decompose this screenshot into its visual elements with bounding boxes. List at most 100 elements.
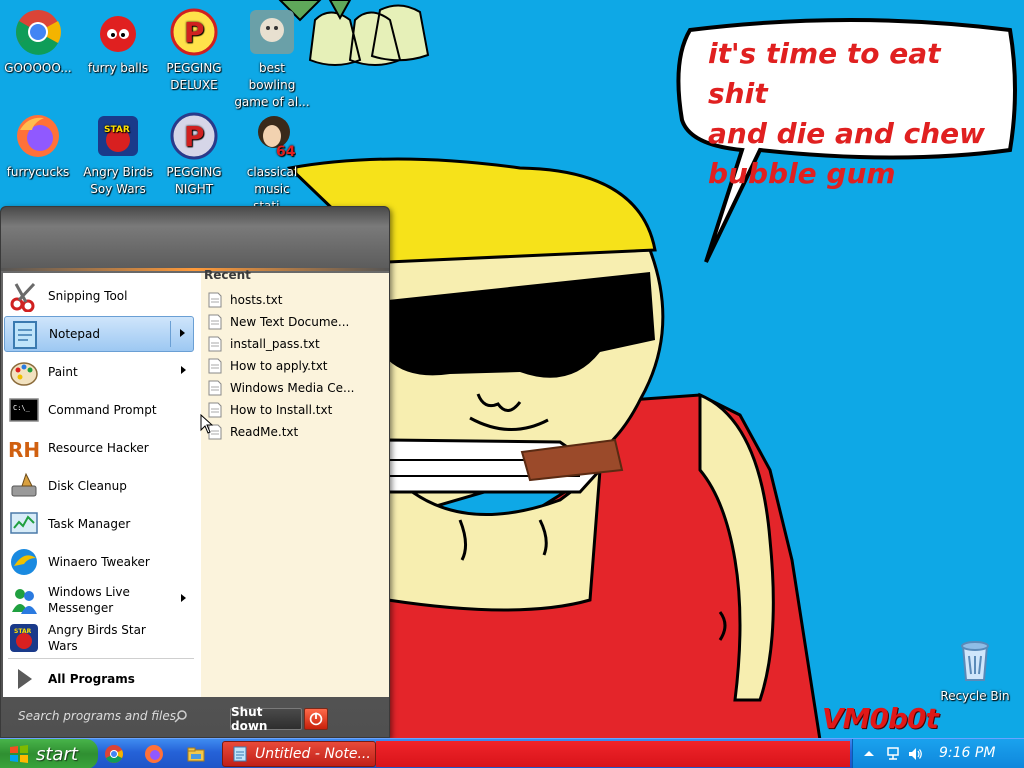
recent-item-label: How to apply.txt: [230, 359, 328, 373]
taskbar: start Untitled - Note... 9:16 PM: [0, 738, 1024, 768]
submenu-arrow-icon[interactable]: [180, 329, 185, 337]
svg-text:64: 64: [276, 144, 296, 160]
disk-cleanup-icon: [11, 472, 37, 497]
taskbar-button-label: Untitled - Note...: [255, 746, 371, 762]
chrome-icon: [16, 10, 61, 55]
program-label: Windows Live Messenger: [48, 585, 130, 615]
program-resource-hacker[interactable]: RH Resource Hacker: [4, 430, 194, 466]
start-label: start: [36, 743, 78, 765]
angry-birds-star-wars-icon: STAR: [10, 624, 38, 652]
shutdown-options-button[interactable]: [304, 708, 328, 730]
recycle-bin-icon: [961, 641, 989, 681]
desktop-icon-pegging-night[interactable]: P PEGGING NIGHT: [156, 112, 232, 198]
firefox-icon[interactable]: [144, 744, 164, 764]
text-document-icon: [208, 292, 222, 308]
submenu-arrow-icon[interactable]: [181, 594, 186, 602]
desktop-icon-chrome[interactable]: GOOOOO...: [0, 8, 76, 77]
show-hidden-icons-icon[interactable]: [861, 746, 877, 762]
taskbar-button-notepad[interactable]: Untitled - Note...: [222, 741, 376, 767]
program-command-prompt[interactable]: C:\_ Command Prompt: [4, 392, 194, 428]
peggle-deluxe-icon: P: [170, 8, 218, 56]
file-explorer-icon[interactable]: [186, 744, 206, 764]
svg-text:P: P: [184, 120, 205, 153]
search-placeholder: Search programs and files: [18, 709, 176, 723]
shutdown-button[interactable]: Shut down: [230, 705, 302, 733]
program-windows-live-messenger[interactable]: Windows Live Messenger: [4, 582, 194, 618]
desktop-icon-firefox[interactable]: furrycucks: [0, 112, 76, 181]
svg-text:C:\_: C:\_: [13, 404, 31, 412]
artist-signature: VM0b0t: [822, 702, 939, 735]
program-angry-birds-star-wars[interactable]: STAR Angry Birds Star Wars: [4, 620, 194, 656]
text-document-icon: [208, 358, 222, 374]
program-label: Disk Cleanup: [48, 479, 127, 493]
program-label: Resource Hacker: [48, 441, 149, 455]
recent-item-label: Windows Media Ce...: [230, 381, 355, 395]
program-label: Winaero Tweaker: [48, 555, 150, 569]
desktop-icon-bowling[interactable]: best bowling game of al...: [234, 8, 310, 111]
program-label: Task Manager: [48, 517, 131, 531]
desktop-icon-classical-music[interactable]: 64 classical music stati...: [234, 112, 310, 215]
recent-item[interactable]: New Text Docume...: [208, 312, 384, 332]
recent-item[interactable]: ReadMe.txt: [208, 422, 384, 442]
desktop-icon-label: Recycle Bin: [940, 689, 1010, 703]
program-label: Paint: [48, 365, 78, 379]
start-button[interactable]: start: [0, 739, 98, 768]
desktop-icon-label: Angry Birds Soy Wars: [83, 165, 153, 196]
desktop-icon-label: PEGGING NIGHT: [166, 165, 222, 196]
notepad-icon: [233, 746, 247, 762]
system-tray: 9:16 PM: [852, 739, 1024, 768]
program-label: Command Prompt: [48, 403, 157, 417]
svg-text:STAR: STAR: [104, 125, 130, 135]
search-input[interactable]: Search programs and files: [8, 704, 194, 728]
command-prompt-icon: C:\_: [9, 398, 39, 422]
start-menu-header: [1, 207, 389, 271]
program-label: Angry Birds Star Wars: [48, 623, 146, 653]
submenu-arrow-icon[interactable]: [181, 366, 186, 374]
recent-item-label: New Text Docume...: [230, 315, 350, 329]
desktop-icon-label: furrycucks: [6, 165, 70, 179]
task-manager-icon: [10, 512, 38, 534]
recent-item-label: How to Install.txt: [230, 403, 333, 417]
desktop-icon-label: GOOOOO...: [4, 61, 72, 75]
desktop-icon-label: best bowling game of al...: [234, 61, 310, 109]
program-paint[interactable]: Paint: [4, 354, 194, 390]
angry-birds-star-wars-icon: STAR: [98, 116, 138, 156]
desktop-icon-label: PEGGING DELUXE: [166, 61, 222, 92]
recent-heading: Recent: [204, 268, 251, 282]
all-programs-button[interactable]: All Programs: [4, 661, 194, 697]
messenger-icon: [12, 589, 37, 614]
program-label: Notepad: [49, 327, 100, 341]
recent-item[interactable]: hosts.txt: [208, 290, 384, 310]
desktop-icon-furry-balls[interactable]: furry balls: [80, 8, 156, 77]
resource-hacker-icon: RH: [8, 438, 40, 462]
program-disk-cleanup[interactable]: Disk Cleanup: [4, 468, 194, 504]
recent-item[interactable]: How to apply.txt: [208, 356, 384, 376]
recent-item-label: install_pass.txt: [230, 337, 320, 351]
search-icon: [174, 710, 187, 723]
all-programs-label: All Programs: [48, 672, 135, 686]
program-notepad[interactable]: Notepad: [4, 316, 194, 352]
program-snipping-tool[interactable]: Snipping Tool: [4, 278, 194, 314]
network-icon[interactable]: [885, 746, 901, 762]
taskbar-empty-area: [376, 741, 850, 767]
text-document-icon: [208, 314, 222, 330]
mouse-cursor-icon: [200, 414, 214, 434]
svg-text:P: P: [184, 16, 205, 49]
svg-text:RH: RH: [8, 438, 40, 462]
desktop-icon-recycle-bin[interactable]: Recycle Bin: [937, 636, 1013, 705]
scissors-icon: [10, 282, 36, 312]
recent-item[interactable]: Windows Media Ce...: [208, 378, 384, 398]
desktop-icon-pegging-deluxe[interactable]: P PEGGING DELUXE: [156, 8, 232, 94]
clock[interactable]: 9:16 PM: [939, 745, 995, 761]
desktop-icon-label: furry balls: [87, 61, 149, 75]
chrome-icon[interactable]: [104, 744, 124, 764]
program-winaero-tweaker[interactable]: Winaero Tweaker: [4, 544, 194, 580]
recent-item[interactable]: How to Install.txt: [208, 400, 384, 420]
volume-icon[interactable]: [907, 746, 923, 762]
bowling-game-icon: [250, 10, 294, 54]
start-menu-footer: Search programs and files Shut down: [0, 696, 388, 738]
peggle-night-icon: P: [170, 112, 218, 160]
recent-item[interactable]: install_pass.txt: [208, 334, 384, 354]
program-task-manager[interactable]: Task Manager: [4, 506, 194, 542]
desktop-icon-angry-birds[interactable]: STAR Angry Birds Soy Wars: [80, 112, 156, 198]
